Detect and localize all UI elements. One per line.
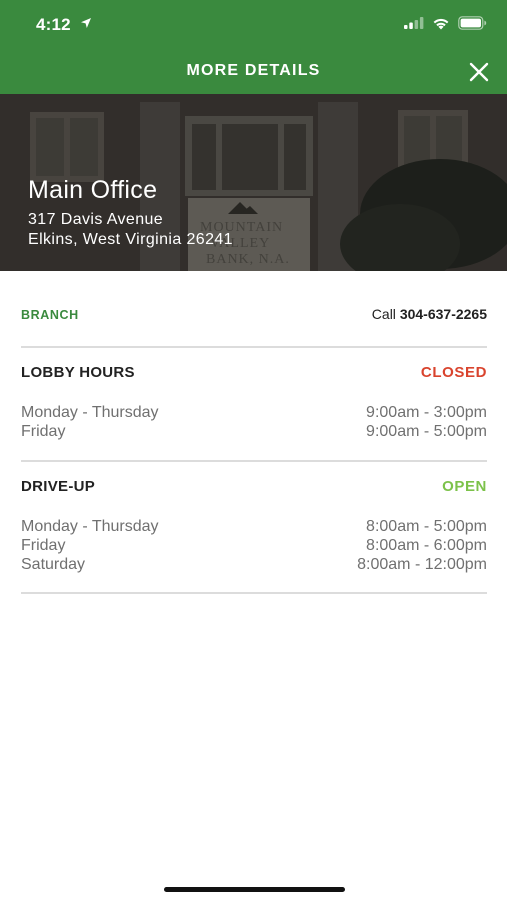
close-icon [469,62,489,82]
status-icons [404,16,487,30]
drive-up-status-badge: OPEN [442,478,487,495]
call-branch-link[interactable]: Call 304-637-2265 [372,306,487,322]
hours-time: 9:00am - 5:00pm [366,423,487,440]
hours-day: Monday - Thursday [21,518,159,535]
lobby-hours-title: LOBBY HOURS [21,364,135,381]
home-indicator[interactable] [164,887,345,892]
hours-time: 8:00am - 6:00pm [366,537,487,554]
hours-time: 8:00am - 12:00pm [357,556,487,573]
battery-icon [458,16,487,30]
wifi-icon [433,18,449,29]
more-details-screen: 4:12 MORE DETAILS MOUNTAIN VALLEY BANK, … [0,0,507,900]
location-arrow-icon [81,18,91,28]
drive-up-header: DRIVE-UP OPEN [21,478,487,498]
hours-day: Monday - Thursday [21,404,159,421]
call-prefix: Call [371,306,396,322]
lobby-hours-header: LOBBY HOURS CLOSED [21,364,487,384]
address-line-2: Elkins, West Virginia 26241 [28,231,233,248]
status-time: 4:12 [36,15,71,34]
divider [21,346,487,348]
divider [21,460,487,462]
address-line-1: 317 Davis Avenue [28,211,164,228]
hours-time: 8:00am - 5:00pm [366,518,487,535]
branch-photo-header: MOUNTAIN VALLEY BANK, N.A. Main Office 3… [0,94,507,271]
signal-icon [404,17,424,29]
drive-up-title: DRIVE-UP [21,478,96,495]
sign-text-3: BANK, N.A. [206,252,290,267]
hours-row: Saturday 8:00am - 12:00pm [21,556,487,575]
branch-type-label: BRANCH [21,308,79,322]
hours-day: Friday [21,423,66,440]
hours-row: Monday - Thursday 8:00am - 5:00pm [21,518,487,537]
hours-day: Friday [21,537,66,554]
hours-row: Friday 8:00am - 6:00pm [21,537,487,556]
close-button[interactable] [467,60,491,84]
hours-row: Monday - Thursday 9:00am - 3:00pm [21,404,487,423]
page-title: MORE DETAILS [186,62,321,79]
branch-name: Main Office [28,176,158,204]
top-bar: 4:12 MORE DETAILS [0,0,507,94]
hours-time: 9:00am - 3:00pm [366,404,487,421]
divider [21,592,487,594]
lobby-status-badge: CLOSED [420,364,487,381]
branch-row: BRANCH Call 304-637-2265 [21,306,487,328]
hours-row: Friday 9:00am - 5:00pm [21,423,487,442]
phone-number: 304-637-2265 [399,306,487,322]
hours-day: Saturday [21,556,86,573]
